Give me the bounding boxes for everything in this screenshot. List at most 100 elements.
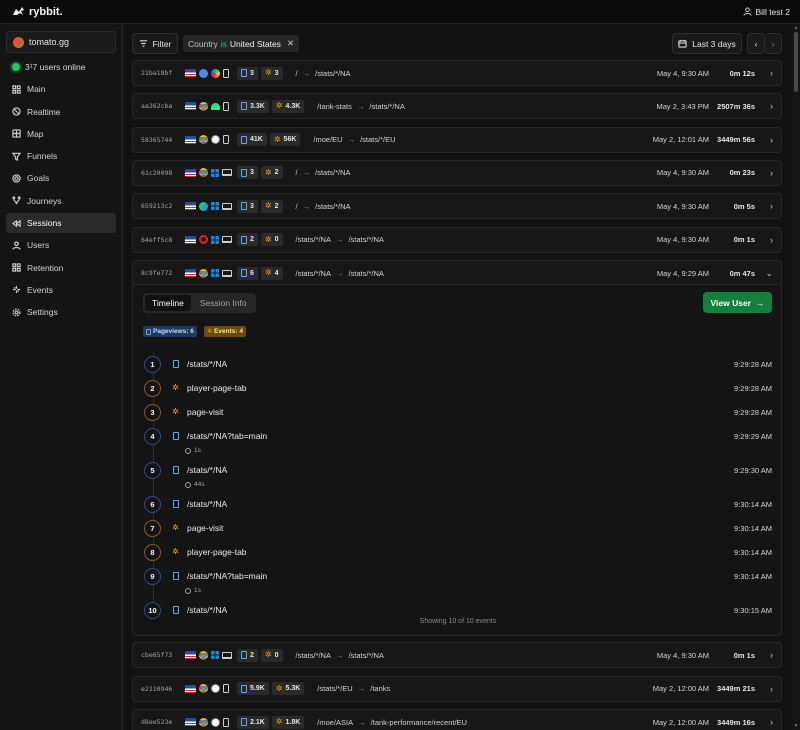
sparkle-icon: ✲	[275, 101, 283, 111]
filter-button[interactable]: Filter	[132, 33, 178, 54]
site-selector[interactable]: tomato.gg	[6, 31, 116, 53]
session-path: /stats/*/EU → /tanks	[317, 684, 390, 693]
chevron-right-icon[interactable]: ›	[755, 201, 773, 211]
event-time: 9:29:29 AM	[734, 431, 772, 441]
sidebar-item-users[interactable]: Users	[6, 235, 116, 255]
entry-page: /stats/*/EU	[317, 684, 353, 693]
sidebar-item-retention[interactable]: Retention	[6, 258, 116, 278]
chevron-right-icon[interactable]: ›	[755, 684, 773, 694]
tab-timeline[interactable]: Timeline	[145, 295, 191, 311]
sidebar-item-map[interactable]: Map	[6, 124, 116, 144]
session-row[interactable]: 58365744 41K ✲ 56K/moe/EU → /stats/*/EU May 2,…	[132, 126, 782, 153]
main-scrollbar[interactable]: ▲ ▼	[792, 24, 800, 730]
us-flag-icon	[185, 269, 196, 278]
sidebar-item-main[interactable]: Main	[6, 79, 116, 99]
file-icon	[172, 572, 179, 580]
session-time: May 4, 9:30 AM	[656, 235, 709, 244]
event-time: 9:29:30 AM	[734, 465, 772, 475]
chevron-right-icon[interactable]: ›	[755, 650, 773, 660]
date-range-button[interactable]: Last 3 days	[672, 33, 742, 54]
sidebar-item-realtime[interactable]: Realtime	[6, 102, 116, 122]
os-icon	[211, 651, 219, 659]
brand-logo[interactable]: rybbit.	[12, 6, 63, 18]
os-icon	[211, 168, 219, 177]
chevron-right-icon[interactable]: ›	[755, 168, 773, 178]
sidebar-item-journeys[interactable]: Journeys	[6, 191, 116, 211]
session-time: May 4, 9:30 AM	[656, 168, 709, 178]
arrow-right-icon: →	[302, 68, 311, 78]
scroll-up-icon[interactable]: ▲	[793, 25, 799, 31]
device-icon	[222, 169, 232, 177]
chevron-down-icon[interactable]: ⌄	[755, 268, 773, 279]
session-row[interactable]: 61c20098 3 ✲ 2 / → /stats/*/NA May 4, 9:30 AM 0m…	[132, 159, 782, 186]
session-row[interactable]: 21ba18bf 3 ✲ 3/→/stats/*/NA May 4, 9:30 AM 0m…	[132, 60, 782, 86]
sidebar-item-settings[interactable]: Settings	[6, 302, 116, 322]
session-row[interactable]: 64eff5c8 2 ✲ 0/stats/*/NA → /stats/*/NA May 4,…	[132, 226, 782, 253]
event-duration-label: 1s	[194, 587, 201, 594]
sidebar-item-goals[interactable]: Goals	[6, 168, 116, 188]
event-count-badge: ✲ 3	[260, 66, 283, 80]
detail-tabs: Timeline Session Info	[143, 293, 256, 313]
clock-icon	[185, 481, 191, 488]
session-path: /stats/*/NA → /stats/*/NA	[296, 235, 384, 244]
event-count-badge: ✲ 0	[260, 648, 283, 662]
session-icons	[185, 717, 237, 727]
filter-chip[interactable]: Country is United States ✕	[183, 35, 300, 52]
os-icon	[211, 717, 220, 727]
session-row[interactable]: e2110946 5.9K ✲ 5.3K/stats/*/EU → /tanks May 2…	[132, 675, 782, 702]
device-icon	[222, 236, 232, 243]
event-count: 2	[274, 202, 279, 210]
session-row[interactable]: d8ee523e 2.1K ✲ 1.8K/moe/ASIA → /tank-perform…	[132, 709, 782, 730]
user-menu[interactable]: Bill test 2	[742, 7, 790, 17]
events-count-note: Showing 10 of 10 events	[419, 618, 497, 625]
chevron-right-icon[interactable]: ›	[755, 68, 773, 78]
session-row[interactable]: 8c9fe772 6 ✲ 4/stats/*/NA → /stats/*/NA May 4,…	[132, 259, 782, 286]
entry-page: /	[295, 68, 298, 78]
event-label: /stats/*/NA	[187, 605, 228, 615]
device-icon	[223, 101, 229, 111]
sidebar-item-events[interactable]: Events	[6, 280, 116, 300]
sparkle-icon: ✲	[172, 523, 179, 532]
close-icon[interactable]: ✕	[287, 38, 294, 49]
sparkle-icon: ✲	[264, 167, 272, 177]
us-flag-icon	[185, 718, 196, 726]
browser-icon	[199, 201, 208, 211]
arrow-right-icon: →	[356, 101, 365, 111]
device-icon	[223, 68, 229, 78]
device-icon	[222, 269, 232, 277]
browser-icon	[199, 168, 208, 178]
session-icons	[185, 168, 237, 178]
event-count: 4	[274, 269, 279, 277]
session-icons	[185, 650, 237, 660]
session-icons	[185, 101, 237, 111]
chevron-right-icon[interactable]: ›	[755, 717, 773, 727]
session-row[interactable]: aa262cba 3.3K ✲ 4.3K/tank-stats → /stats/*/NA…	[132, 93, 782, 120]
scrollbar-thumb[interactable]	[794, 32, 798, 92]
view-user-button[interactable]: View User →	[703, 292, 772, 313]
session-row[interactable]: 659213c2 3 ✲ 2 / → /stats/*/NA May 4, 9:30 AM 0m…	[132, 193, 782, 220]
event-number: 2	[144, 379, 161, 397]
chevron-right-icon[interactable]: ›	[755, 101, 773, 111]
grid-icon	[12, 85, 21, 94]
sidebar-item-sessions[interactable]: Sessions	[6, 213, 116, 234]
next-range-button[interactable]: ›	[765, 33, 782, 54]
entry-page: /	[295, 201, 298, 211]
event-type: ✲	[171, 384, 180, 392]
device-icon	[222, 202, 232, 210]
sidebar-item-label: Settings	[27, 307, 58, 318]
tab-session-info[interactable]: Session Info	[193, 295, 254, 311]
online-dot-icon	[12, 63, 20, 71]
event-number: 9	[144, 567, 161, 585]
browser-icon	[199, 101, 208, 111]
sparkle-icon	[12, 286, 21, 294]
session-row[interactable]: cbe65f73 2 ✲ 0/stats/*/NA → /stats/*/NA May 4,…	[132, 642, 782, 668]
chevron-right-icon[interactable]: ›	[755, 135, 773, 145]
file-icon	[241, 135, 247, 144]
scroll-down-icon[interactable]: ▼	[793, 723, 799, 729]
events-tag: ✲ Events: 4	[204, 326, 246, 337]
sidebar-item-funnels[interactable]: Funnels	[6, 146, 116, 166]
prev-range-button[interactable]: ‹	[747, 33, 765, 54]
pageview-count-badge: 3	[237, 66, 258, 80]
chevron-right-icon[interactable]: ›	[755, 235, 773, 245]
event-duration-label: 44s	[194, 481, 205, 488]
